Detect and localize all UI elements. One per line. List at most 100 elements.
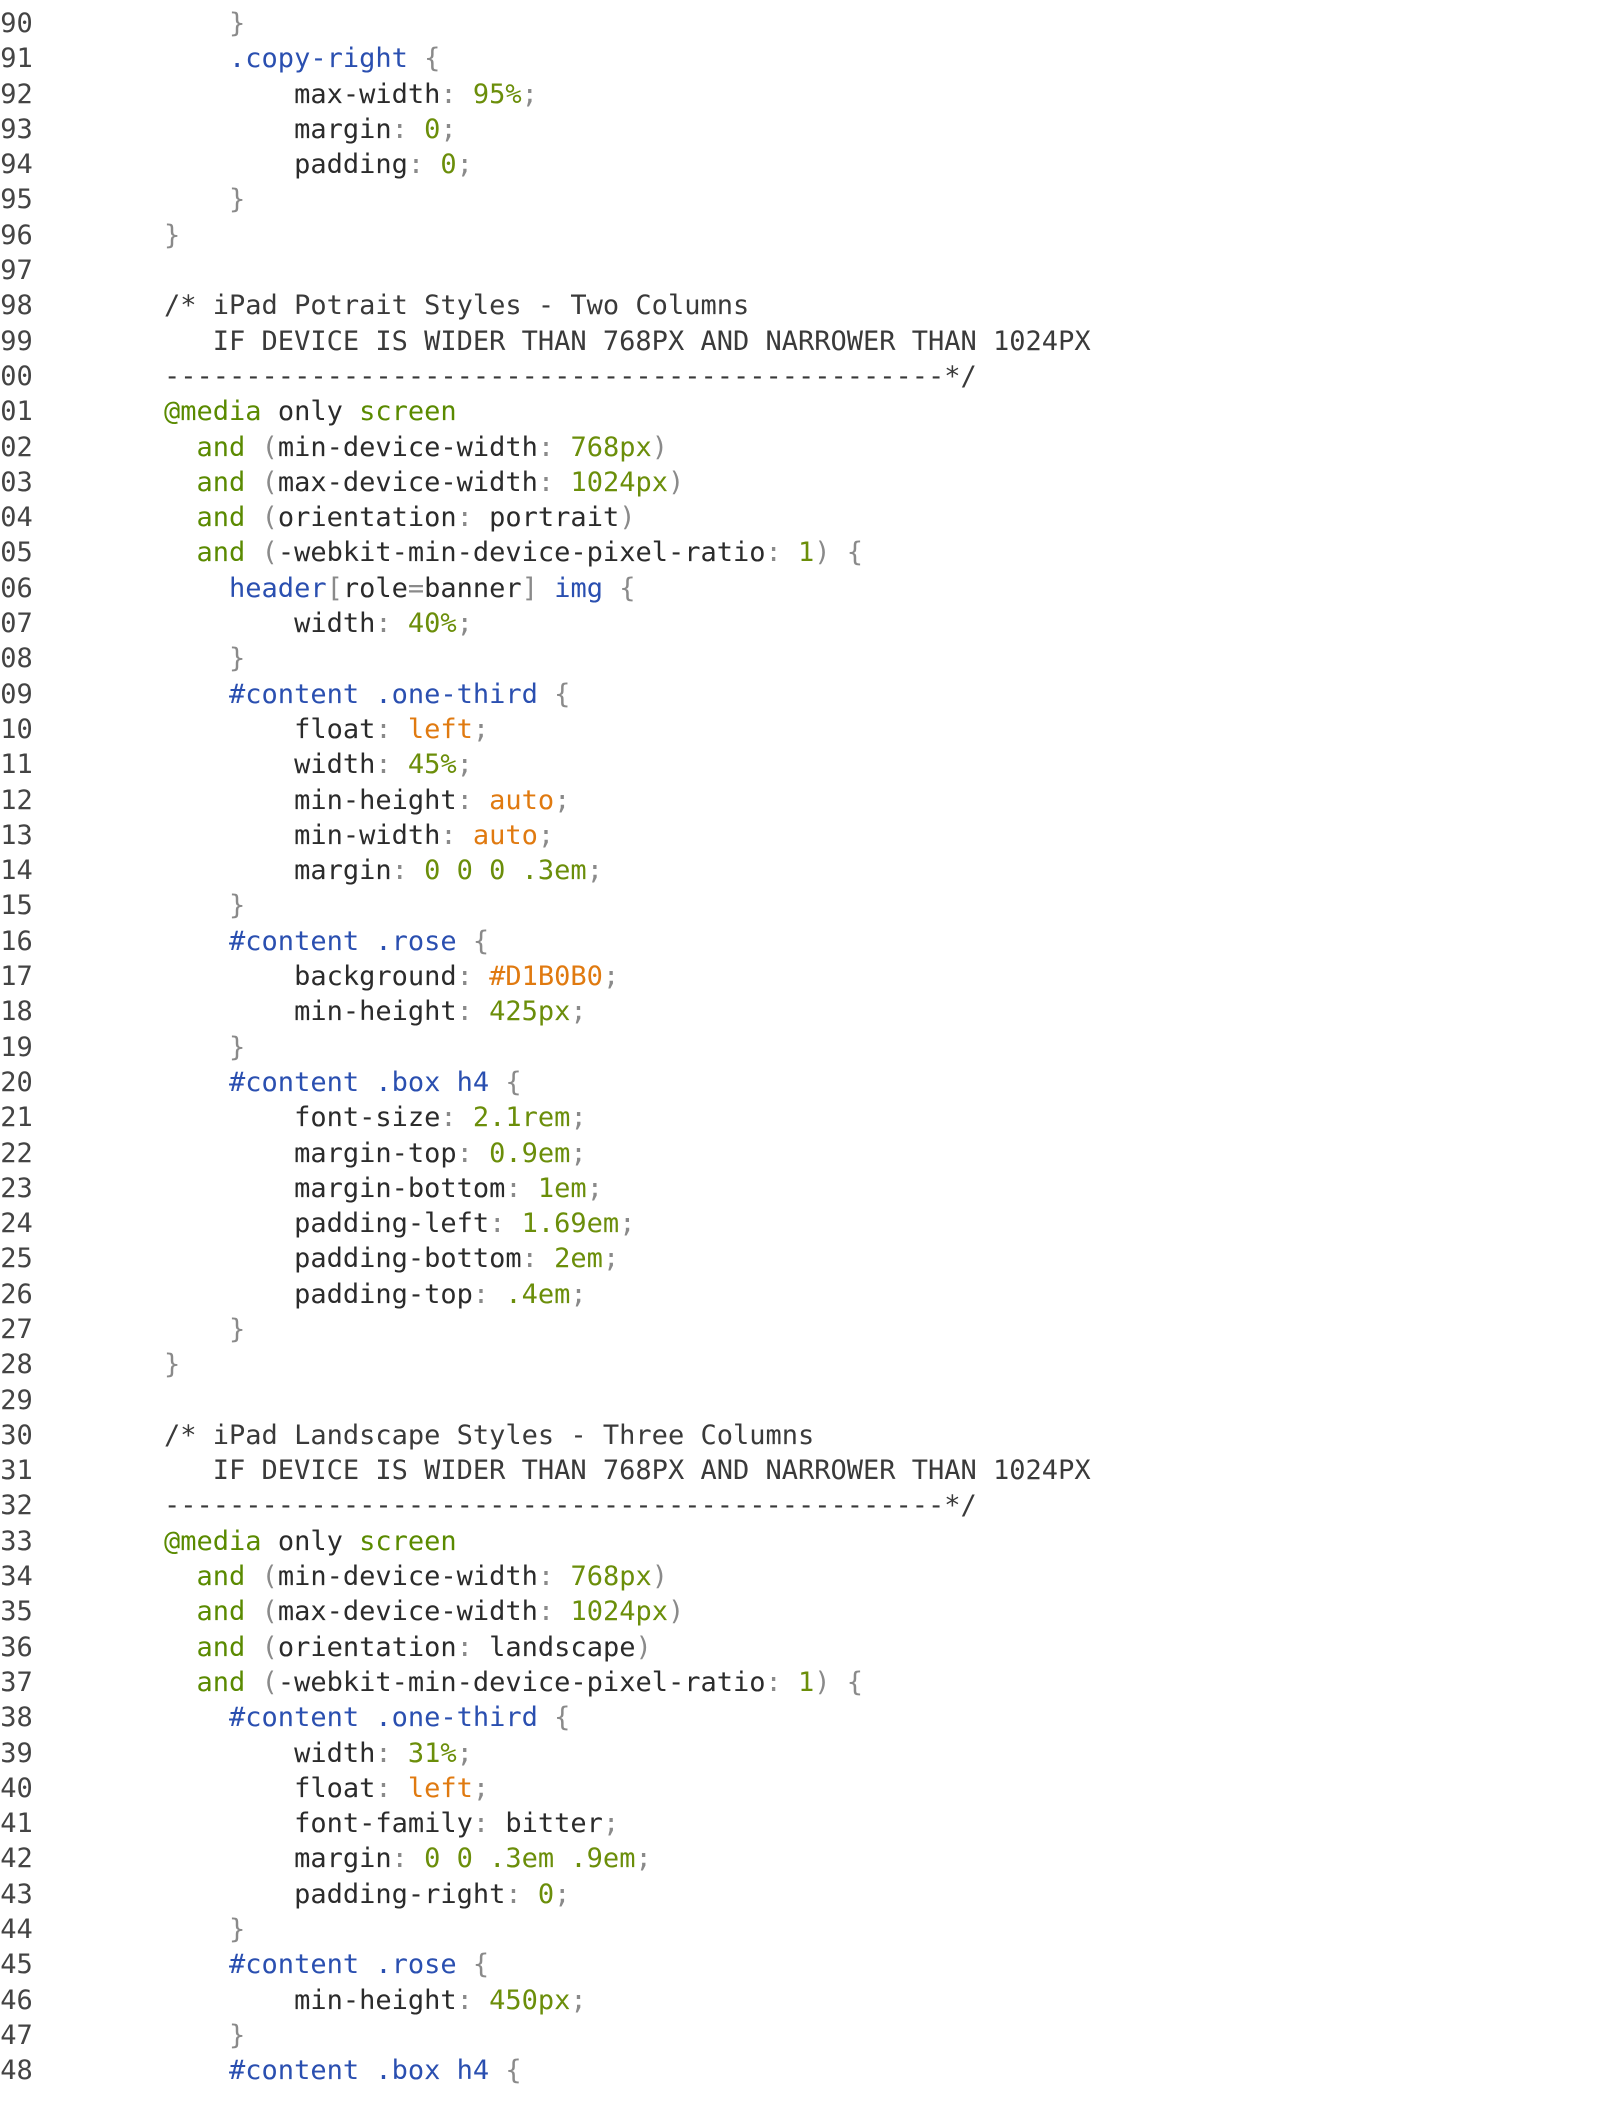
code-line[interactable]: 609 #content .one-third {: [0, 677, 1600, 712]
code-token: @media: [99, 1525, 262, 1557]
code-token: ;: [456, 608, 473, 640]
code-token: 0: [537, 1878, 555, 1910]
code-text: font-size: 2.1rem;: [99, 1100, 587, 1135]
code-token: 1: [798, 537, 815, 569]
code-line[interactable]: 629: [0, 1383, 1600, 1418]
line-number: 642: [0, 1843, 33, 1875]
code-text: #content .one-third {: [99, 677, 570, 712]
code-line[interactable]: 622 margin-top: 0.9em;: [0, 1136, 1600, 1171]
code-line[interactable]: 636 and (orientation: landscape): [0, 1630, 1600, 1665]
code-line[interactable]: 597: [0, 253, 1600, 288]
code-token: padding-left: [99, 1208, 490, 1240]
code-line[interactable]: 610 float: left;: [0, 712, 1600, 747]
code-token: }: [99, 1313, 246, 1345]
line-number: 621: [0, 1102, 33, 1134]
code-line[interactable]: 646 min-height: 450px;: [0, 1983, 1600, 2018]
code-line[interactable]: 635 and (max-device-width: 1024px): [0, 1594, 1600, 1629]
code-line[interactable]: 591 .copy-right {: [0, 41, 1600, 76]
code-line[interactable]: 633 @media only screen: [0, 1524, 1600, 1559]
code-text: margin: 0 0 0 .3em;: [99, 853, 603, 888]
code-token: :: [505, 1172, 538, 1204]
code-line[interactable]: 628 }: [0, 1347, 1600, 1382]
code-line[interactable]: 593 margin: 0;: [0, 112, 1600, 147]
code-token: :: [765, 1666, 799, 1698]
code-line[interactable]: 645 #content .rose {: [0, 1947, 1600, 1982]
code-line[interactable]: 603 and (max-device-width: 1024px): [0, 465, 1600, 500]
code-line[interactable]: 637 and (-webkit-min-device-pixel-ratio:…: [0, 1665, 1600, 1700]
code-line[interactable]: 608 }: [0, 641, 1600, 676]
code-text: float: left;: [99, 712, 489, 747]
code-line[interactable]: 618 min-height: 425px;: [0, 994, 1600, 1029]
line-number: 594: [0, 149, 33, 181]
code-token: :: [505, 1878, 538, 1910]
code-line[interactable]: 594 padding: 0;: [0, 147, 1600, 182]
line-number: 590: [0, 8, 33, 39]
code-line[interactable]: 620 #content .box h4 {: [0, 1065, 1600, 1100]
code-line[interactable]: 619 }: [0, 1030, 1600, 1065]
code-line[interactable]: 592 max-width: 95%;: [0, 77, 1600, 112]
code-line[interactable]: 607 width: 40%;: [0, 606, 1600, 641]
code-line[interactable]: 623 margin-bottom: 1em;: [0, 1171, 1600, 1206]
code-token: ;: [602, 961, 620, 993]
code-line[interactable]: 641 font-family: bitter;: [0, 1806, 1600, 1841]
code-line[interactable]: 602 and (min-device-width: 768px): [0, 430, 1600, 465]
code-token: 0 0 0 .3em: [424, 855, 587, 887]
code-line[interactable]: 616 #content .rose {: [0, 924, 1600, 959]
code-line[interactable]: 604 and (orientation: portrait): [0, 500, 1600, 535]
code-line[interactable]: 643 padding-right: 0;: [0, 1877, 1600, 1912]
code-line[interactable]: 625 padding-bottom: 2em;: [0, 1241, 1600, 1276]
line-number: 634: [0, 1561, 33, 1593]
code-token: :: [537, 431, 571, 463]
code-token: ): [619, 502, 636, 534]
code-token: ): [635, 1631, 652, 1663]
code-line[interactable]: 634 and (min-device-width: 768px): [0, 1559, 1600, 1594]
line-number: 622: [0, 1137, 33, 1169]
code-line[interactable]: 601 @media only screen: [0, 394, 1600, 429]
code-line[interactable]: 624 padding-left: 1.69em;: [0, 1206, 1600, 1241]
code-line[interactable]: 595 }: [0, 182, 1600, 217]
code-text: margin: 0;: [99, 112, 457, 147]
code-line[interactable]: 611 width: 45%;: [0, 747, 1600, 782]
code-line[interactable]: 640 float: left;: [0, 1771, 1600, 1806]
code-editor[interactable]: 590 }591 .copy-right {592 max-width: 95%…: [0, 6, 1600, 2089]
line-number: 595: [0, 184, 33, 216]
code-line[interactable]: 606 header[role=banner] img {: [0, 571, 1600, 606]
code-line[interactable]: 626 padding-top: .4em;: [0, 1277, 1600, 1312]
code-token: :: [375, 713, 408, 745]
code-token: :: [456, 502, 490, 534]
code-line[interactable]: 612 min-height: auto;: [0, 783, 1600, 818]
code-line[interactable]: 600 ------------------------------------…: [0, 359, 1600, 394]
code-line[interactable]: 648 #content .box h4 {: [0, 2053, 1600, 2088]
code-token: ;: [586, 1172, 603, 1204]
code-line[interactable]: 614 margin: 0 0 0 .3em;: [0, 853, 1600, 888]
code-line[interactable]: 638 #content .one-third {: [0, 1700, 1600, 1735]
code-token: and: [99, 1561, 246, 1593]
code-line[interactable]: 613 min-width: auto;: [0, 818, 1600, 853]
code-line[interactable]: 642 margin: 0 0 .3em .9em;: [0, 1841, 1600, 1876]
code-line[interactable]: 615 }: [0, 888, 1600, 923]
code-token: 1024px: [570, 1596, 668, 1628]
code-text: and (max-device-width: 1024px): [99, 1594, 685, 1629]
code-line[interactable]: 596 }: [0, 218, 1600, 253]
code-token: width: [99, 749, 376, 781]
code-line[interactable]: 590 }: [0, 6, 1600, 41]
code-line[interactable]: 617 background: #D1B0B0;: [0, 959, 1600, 994]
line-number: 648: [0, 2055, 33, 2087]
code-line[interactable]: 598 /* iPad Potrait Styles - Two Columns: [0, 288, 1600, 323]
code-line[interactable]: 605 and (-webkit-min-device-pixel-ratio:…: [0, 535, 1600, 570]
code-line[interactable]: 632 ------------------------------------…: [0, 1488, 1600, 1523]
code-line[interactable]: 630 /* iPad Landscape Styles - Three Col…: [0, 1418, 1600, 1453]
code-text: /* iPad Landscape Styles - Three Columns: [99, 1418, 814, 1453]
code-line[interactable]: 631 IF DEVICE IS WIDER THAN 768PX AND NA…: [0, 1453, 1600, 1488]
line-number: 602: [0, 431, 33, 463]
line-number: 608: [0, 643, 33, 675]
code-line[interactable]: 647 }: [0, 2018, 1600, 2053]
code-token: width: [99, 608, 376, 640]
code-line[interactable]: 644 }: [0, 1912, 1600, 1947]
code-line[interactable]: 599 IF DEVICE IS WIDER THAN 768PX AND NA…: [0, 324, 1600, 359]
code-token: and: [99, 537, 246, 569]
code-line[interactable]: 639 width: 31%;: [0, 1736, 1600, 1771]
code-line[interactable]: 621 font-size: 2.1rem;: [0, 1100, 1600, 1135]
code-token: max-device-width: [277, 1596, 538, 1628]
code-line[interactable]: 627 }: [0, 1312, 1600, 1347]
